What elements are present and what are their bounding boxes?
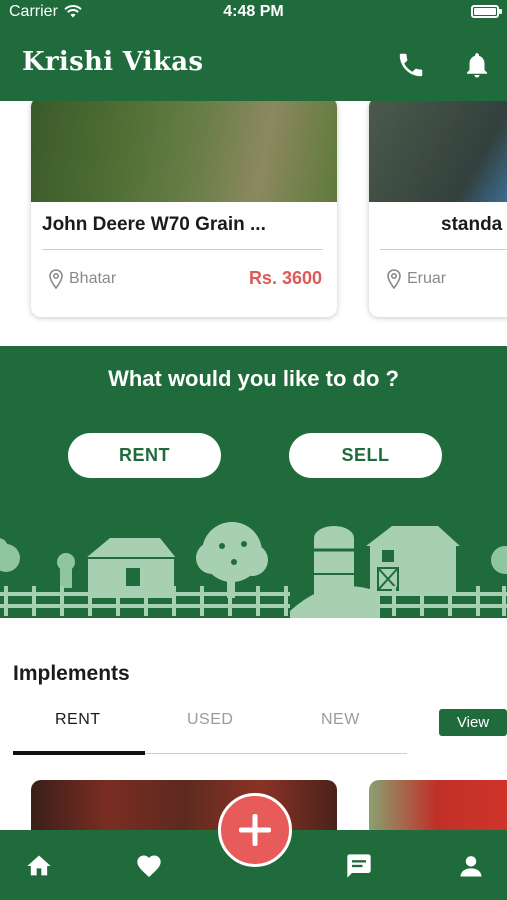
app-title: Krishi Vikas (22, 47, 204, 77)
listing-card[interactable]: standa Eruar (369, 101, 507, 317)
rent-button[interactable]: RENT (68, 433, 221, 478)
status-bar: Carrier 4:48 PM (0, 0, 507, 26)
tab-active-indicator (13, 751, 145, 755)
implements-title: Implements (13, 662, 130, 685)
farm-illustration (0, 522, 507, 618)
add-button[interactable] (218, 793, 292, 867)
location-label: Eruar (407, 270, 447, 287)
listing-photo (369, 101, 507, 202)
location-label: Bhatar (69, 270, 117, 287)
listing-location: Eruar (387, 269, 446, 289)
location-pin-icon (387, 269, 401, 289)
action-section: What would you like to do ? RENT SELL (0, 346, 507, 618)
location-pin-icon (49, 269, 63, 289)
phone-icon[interactable] (396, 50, 426, 80)
listing-location: Bhatar (49, 269, 116, 289)
listing-card[interactable]: John Deere W70 Grain ... Bhatar Rs. 3600 (31, 101, 337, 317)
chat-icon[interactable] (345, 852, 373, 880)
add-icon (239, 814, 271, 846)
sell-button[interactable]: SELL (289, 433, 442, 478)
listing-price: Rs. 3600 (248, 268, 322, 288)
listing-photo (31, 101, 337, 202)
battery-icon (471, 5, 502, 18)
view-button[interactable]: View (439, 709, 507, 736)
tab-used[interactable]: USED (187, 711, 233, 729)
home-icon[interactable] (25, 852, 53, 880)
heart-icon[interactable] (135, 852, 163, 880)
card-divider (42, 249, 323, 250)
action-question: What would you like to do ? (108, 366, 399, 391)
listing-name: John Deere W70 Grain ... (42, 214, 266, 235)
status-time: 4:48 PM (223, 3, 284, 20)
card-divider (380, 249, 507, 250)
app-header: Carrier 4:48 PM Krishi Vikas (0, 0, 507, 101)
tab-new[interactable]: NEW (321, 711, 360, 729)
tab-rent[interactable]: RENT (55, 711, 101, 729)
listing-name: standa (441, 214, 503, 235)
listing-carousel[interactable]: John Deere W70 Grain ... Bhatar Rs. 3600… (0, 101, 507, 346)
bell-icon[interactable] (462, 50, 492, 80)
user-icon[interactable] (457, 852, 485, 880)
